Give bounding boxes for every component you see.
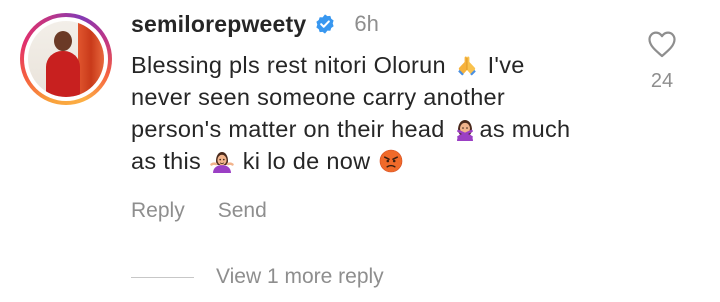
view-more-replies-link[interactable]: View 1 more reply	[216, 265, 384, 289]
like-count: 24	[650, 70, 674, 92]
avatar-ring-gap	[24, 17, 108, 101]
heart-outline-icon[interactable]	[647, 30, 677, 58]
avatar-photo	[28, 21, 104, 97]
comment-text-segment: ki lo de now	[235, 148, 378, 174]
verified-badge-icon	[316, 14, 335, 34]
replies-divider-line	[131, 276, 194, 278]
comment: semilorepweety 6h Blessing pls rest nito…	[0, 0, 720, 302]
folded-hands-icon	[457, 56, 476, 76]
like-control[interactable]: 24	[642, 30, 682, 93]
view-replies-row[interactable]: View 1 more reply	[131, 262, 384, 292]
comment-actions: Reply Send	[131, 197, 267, 225]
send-button[interactable]: Send	[218, 199, 267, 223]
person-shrugging-icon	[210, 152, 234, 173]
username[interactable]: semilorepweety	[131, 11, 306, 38]
comment-body: Blessing pls rest nitori Olorun I've nev…	[131, 49, 591, 177]
angry-face-icon	[379, 149, 403, 173]
timestamp: 6h	[354, 11, 379, 36]
person-gesturing-no-icon	[457, 120, 474, 141]
reply-button[interactable]: Reply	[131, 199, 185, 223]
avatar-figure-head	[54, 31, 72, 51]
avatar[interactable]	[20, 13, 112, 105]
avatar-figure-dress	[46, 51, 80, 97]
comment-text-segment: Blessing pls rest nitori Olorun	[131, 52, 453, 78]
avatar-background-curtain	[78, 21, 104, 97]
comment-header: semilorepweety 6h	[131, 4, 379, 44]
